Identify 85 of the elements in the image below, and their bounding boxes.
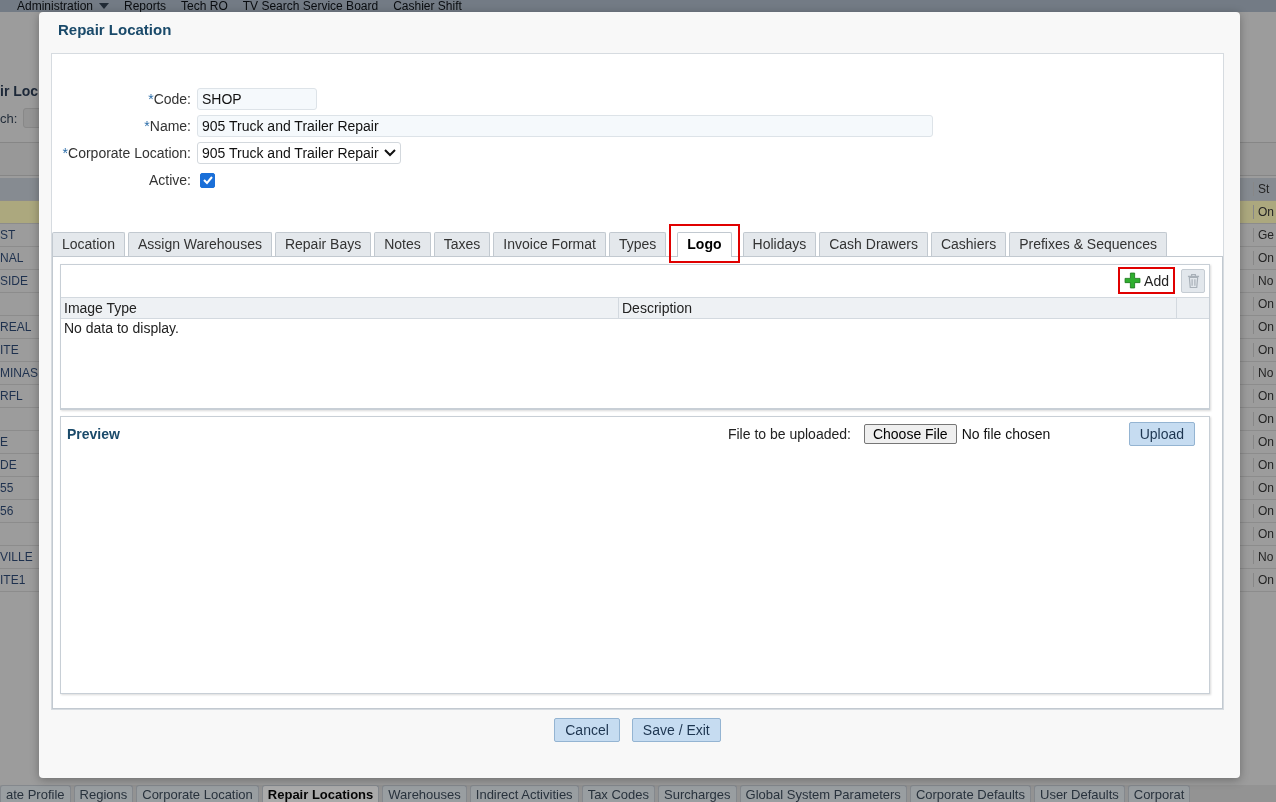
checkbox[interactable] <box>200 172 215 188</box>
dropdown[interactable]: 905 Truck and Trailer Repair <box>197 142 401 164</box>
table-cell: RFL <box>0 389 23 403</box>
input-field[interactable]: SHOP <box>197 88 317 110</box>
file-status: No file chosen <box>961 425 1052 442</box>
empty-message: No data to display. <box>64 319 179 336</box>
column-header: Description <box>619 297 1177 318</box>
page-title: ir Loc <box>0 82 38 100</box>
dialog-button[interactable]: Save / Exit <box>631 718 721 742</box>
tab[interactable]: Assign Warehouses <box>127 231 272 256</box>
tab[interactable]: Repair Bays <box>274 231 372 256</box>
table-cell: On <box>1258 412 1274 426</box>
table-cell: On <box>1258 458 1274 472</box>
table-cell: On <box>1258 205 1274 219</box>
tab[interactable]: Repair Locations <box>261 785 380 802</box>
field-label: Active: <box>148 172 192 188</box>
trash-icon <box>1186 272 1200 289</box>
table-cell: On <box>1258 320 1274 334</box>
dialog-title: Repair Location <box>57 20 173 40</box>
table-cell: Ge <box>1258 228 1274 242</box>
table-cell: On <box>1258 389 1274 403</box>
tab[interactable]: Warehouses <box>382 785 467 802</box>
table-cell: DE <box>0 458 17 472</box>
tab[interactable]: Global System Parameters <box>739 785 907 802</box>
chevron-icon <box>383 149 396 157</box>
table-cell: On <box>1258 504 1274 518</box>
table-cell: On <box>1258 573 1274 587</box>
column-header: Image Type <box>61 297 619 318</box>
menu-item[interactable]: TV Search Service Board <box>242 0 379 12</box>
tab[interactable]: Holidays <box>742 231 817 256</box>
tab[interactable]: Prefixes & Sequences <box>1009 231 1167 256</box>
preview-title: Preview <box>67 425 120 442</box>
table-cell: On <box>1258 435 1274 449</box>
table-cell: No <box>1258 366 1274 380</box>
search-label: ch: <box>0 110 18 126</box>
table-cell: SIDE <box>0 274 28 288</box>
field-label: *Corporate Location: <box>61 145 192 161</box>
table-cell: 55 <box>0 481 14 495</box>
tab[interactable]: Cashiers <box>930 231 1007 256</box>
tab[interactable]: Corporat <box>1127 785 1191 802</box>
table-cell: ITE <box>0 343 19 357</box>
table-cell: On <box>1258 527 1274 541</box>
upload-button[interactable]: Upload <box>1128 421 1195 446</box>
file-label: File to be uploaded: <box>727 425 851 442</box>
dialog-button[interactable]: Cancel <box>554 718 620 742</box>
tab[interactable]: Regions <box>73 785 134 802</box>
add-button[interactable]: Add <box>1122 270 1171 292</box>
table-cell: NAL <box>0 251 24 265</box>
table-cell: On <box>1258 343 1274 357</box>
field-label: *Name: <box>143 118 192 134</box>
table-cell: On <box>1258 251 1274 265</box>
tab[interactable]: Indirect Activities <box>469 785 579 802</box>
tab[interactable]: User Defaults <box>1034 785 1125 802</box>
table-cell: ITE1 <box>0 573 26 587</box>
table-cell: 56 <box>0 504 14 518</box>
table-cell: On <box>1258 297 1274 311</box>
tab[interactable]: Corporate Defaults <box>909 785 1031 802</box>
menu-item[interactable]: Reports <box>124 0 167 12</box>
menu-item[interactable]: Administration <box>17 0 110 12</box>
tab[interactable]: Tax Codes <box>581 785 656 802</box>
choose-file-button[interactable]: Choose File <box>863 423 957 444</box>
tab[interactable]: ate Profile <box>0 785 71 802</box>
tab[interactable]: Logo <box>677 231 732 257</box>
tab[interactable]: Notes <box>374 231 431 256</box>
tab[interactable]: Invoice Format <box>493 231 606 256</box>
menu-item[interactable]: Tech RO <box>181 0 228 12</box>
tab[interactable]: Corporate Location <box>136 785 259 802</box>
table-cell: ST <box>0 228 16 242</box>
table-cell: No <box>1258 274 1274 288</box>
tab[interactable]: Surcharges <box>658 785 737 802</box>
column-header: St <box>1253 182 1276 196</box>
tab[interactable]: Cash Drawers <box>819 231 928 256</box>
tab[interactable]: Types <box>608 231 667 256</box>
table-cell: VILLE <box>0 550 33 564</box>
tab[interactable]: Location <box>52 231 125 256</box>
plus-icon <box>1124 272 1142 290</box>
tab[interactable]: Taxes <box>433 231 491 256</box>
table-cell: No <box>1258 550 1274 564</box>
menu-item[interactable]: Cashier Shift <box>393 0 462 12</box>
table-cell: E <box>0 435 8 449</box>
field-label: *Code: <box>147 91 192 107</box>
table-cell: MINAS <box>0 366 38 380</box>
table-cell: REAL <box>0 320 32 334</box>
input-field[interactable]: 905 Truck and Trailer Repair <box>197 115 933 137</box>
table-cell: On <box>1258 481 1274 495</box>
